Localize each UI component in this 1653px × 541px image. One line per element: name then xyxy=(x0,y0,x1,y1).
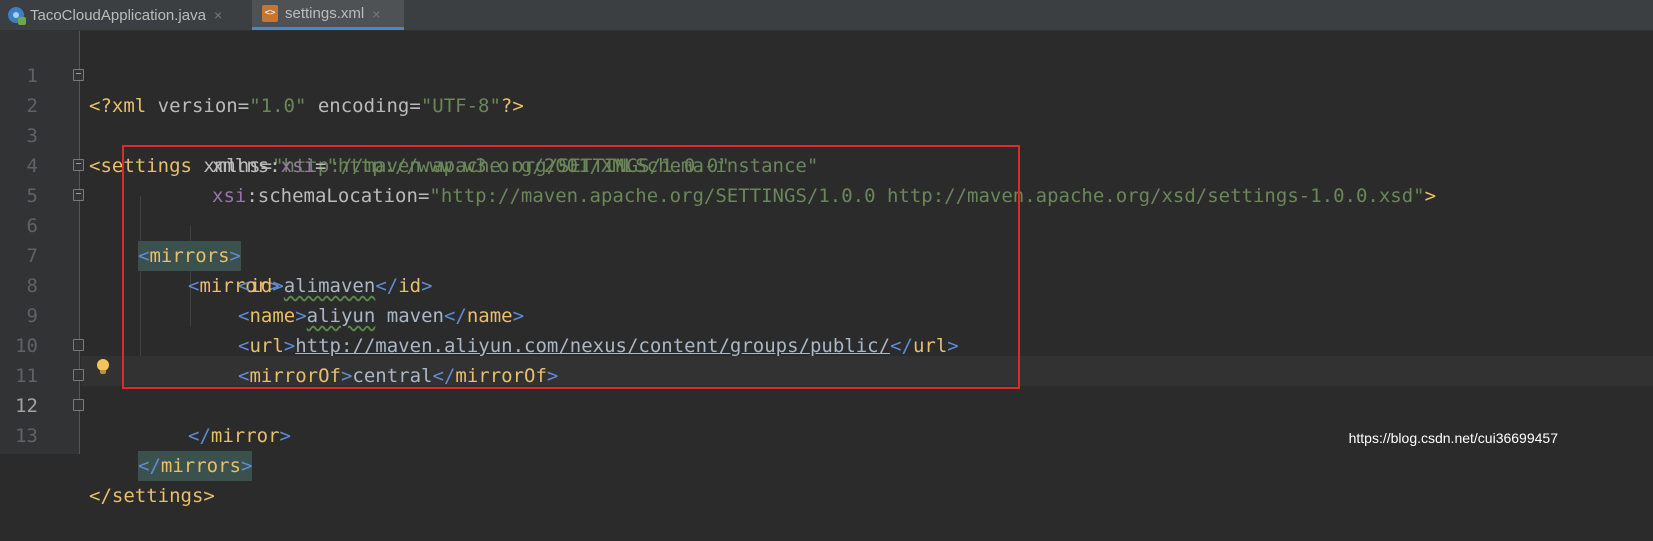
line-number: 13 xyxy=(0,421,38,451)
mirrors-close-tag[interactable]: </mirrors> xyxy=(138,451,252,481)
code-line-1: 1 <?xml version="1.0" encoding="UTF-8"?> xyxy=(0,31,1653,61)
code-line-3: 3 xmlns:xsi="http://www.w3.org/2001/XMLS… xyxy=(0,91,1653,121)
fold-toggle-icon[interactable] xyxy=(73,189,84,201)
lightbulb-icon[interactable] xyxy=(97,359,109,371)
code-line-13: 13 </settings> xyxy=(0,391,1653,421)
close-icon[interactable]: × xyxy=(372,6,380,22)
tab-label: settings.xml xyxy=(285,5,364,22)
close-icon[interactable]: × xyxy=(214,7,222,23)
mirror-close-tag[interactable]: </mirror> xyxy=(188,421,291,451)
java-class-icon xyxy=(8,7,24,23)
xml-file-icon: <> xyxy=(262,5,278,22)
tab-taco-cloud-application[interactable]: TacoCloudApplication.java × xyxy=(0,0,248,30)
fold-end-icon[interactable] xyxy=(73,369,84,381)
fold-toggle-icon[interactable] xyxy=(73,69,84,81)
settings-close-tag[interactable]: </settings> xyxy=(89,481,215,511)
fold-toggle-icon[interactable] xyxy=(73,159,84,171)
highlight-annotation-box xyxy=(122,145,1020,389)
tab-label: TacoCloudApplication.java xyxy=(30,7,206,24)
tab-settings-xml[interactable]: <> settings.xml × xyxy=(252,0,404,30)
fold-end-icon[interactable] xyxy=(73,339,84,351)
watermark: https://blog.csdn.net/cui36699457 xyxy=(1349,430,1558,446)
code-line-2: 2 <settings xmlns="http://maven.apache.o… xyxy=(0,61,1653,91)
fold-end-icon[interactable] xyxy=(73,399,84,411)
editor-tab-bar: TacoCloudApplication.java × <> settings.… xyxy=(0,0,1653,31)
